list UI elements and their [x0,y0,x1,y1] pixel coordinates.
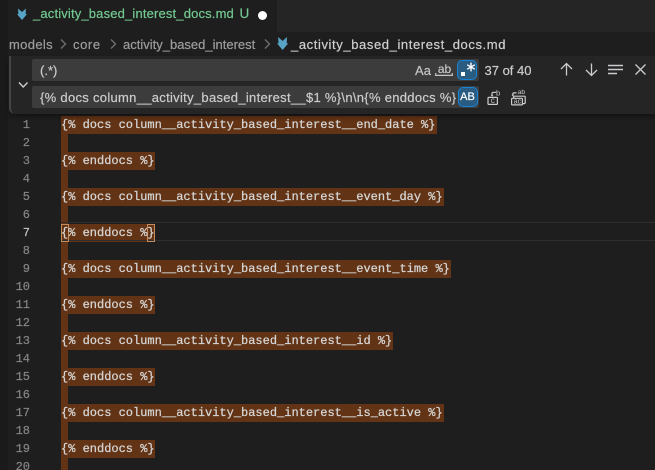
svg-text:b: b [496,89,500,97]
svg-text:c: c [491,96,495,105]
svg-text:ac: ac [514,99,522,106]
svg-text:ab: ab [518,89,526,96]
